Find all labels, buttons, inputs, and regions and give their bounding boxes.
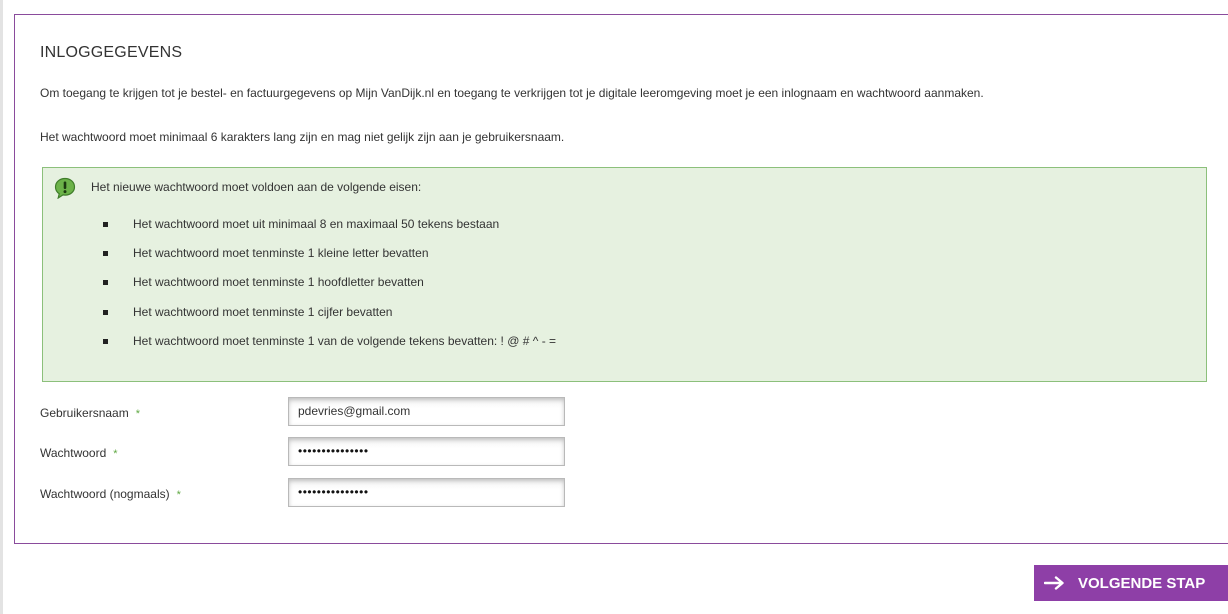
password-repeat-field[interactable]: ••••••••••••••• xyxy=(288,478,565,507)
password-label: Wachtwoord * xyxy=(40,446,118,460)
username-label-text: Gebruikersnaam xyxy=(40,406,129,420)
next-step-button[interactable]: VOLGENDE STAP xyxy=(1034,565,1228,601)
requirement-text: Het wachtwoord moet uit minimaal 8 en ma… xyxy=(133,217,500,231)
password-repeat-label-text: Wachtwoord (nogmaals) xyxy=(40,487,170,501)
password-requirements-box: Het nieuwe wachtwoord moet voldoen aan d… xyxy=(42,167,1207,382)
password-label-text: Wachtwoord xyxy=(40,446,107,460)
exclamation-speech-bubble-icon xyxy=(54,177,76,199)
required-marker: * xyxy=(113,448,118,460)
requirements-heading: Het nieuwe wachtwoord moet voldoen aan d… xyxy=(91,180,422,194)
requirements-list: Het wachtwoord moet uit minimaal 8 en ma… xyxy=(101,217,556,363)
requirement-text: Het wachtwoord moet tenminste 1 kleine l… xyxy=(133,246,429,261)
requirement-item: Het wachtwoord moet tenminste 1 kleine l… xyxy=(101,246,556,275)
password-repeat-label: Wachtwoord (nogmaals) * xyxy=(40,487,181,501)
requirement-text: Het wachtwoord moet tenminste 1 hoofdlet… xyxy=(133,275,424,290)
bullet-icon xyxy=(103,338,108,344)
arrow-right-icon xyxy=(1044,576,1064,590)
password-note: Het wachtwoord moet minimaal 6 karakters… xyxy=(40,130,565,144)
requirement-item: Het wachtwoord moet uit minimaal 8 en ma… xyxy=(101,217,556,246)
requirement-text: Het wachtwoord moet tenminste 1 cijfer b… xyxy=(133,304,393,319)
left-edge-stripe xyxy=(0,0,3,614)
bullet-icon xyxy=(103,251,108,257)
requirement-item: Het wachtwoord moet tenminste 1 cijfer b… xyxy=(101,305,556,334)
next-step-label: VOLGENDE STAP xyxy=(1078,574,1206,592)
username-label: Gebruikersnaam * xyxy=(40,406,140,420)
username-field[interactable]: pdevries@gmail.com xyxy=(288,397,565,426)
bullet-icon xyxy=(103,280,108,286)
requirement-text: Het wachtwoord moet tenminste 1 van de v… xyxy=(133,333,557,348)
intro-text: Om toegang te krijgen tot je bestel- en … xyxy=(40,86,984,100)
page: INLOGGEGEVENS Om toegang te krijgen tot … xyxy=(0,0,1228,614)
required-marker: * xyxy=(176,489,181,501)
required-marker: * xyxy=(135,408,140,420)
bullet-icon xyxy=(103,309,108,315)
section-title: INLOGGEGEVENS xyxy=(40,44,183,61)
requirement-item: Het wachtwoord moet tenminste 1 hoofdlet… xyxy=(101,275,556,304)
bullet-icon xyxy=(103,222,108,227)
password-field[interactable]: ••••••••••••••• xyxy=(288,437,565,466)
requirement-item: Het wachtwoord moet tenminste 1 van de v… xyxy=(101,334,556,363)
